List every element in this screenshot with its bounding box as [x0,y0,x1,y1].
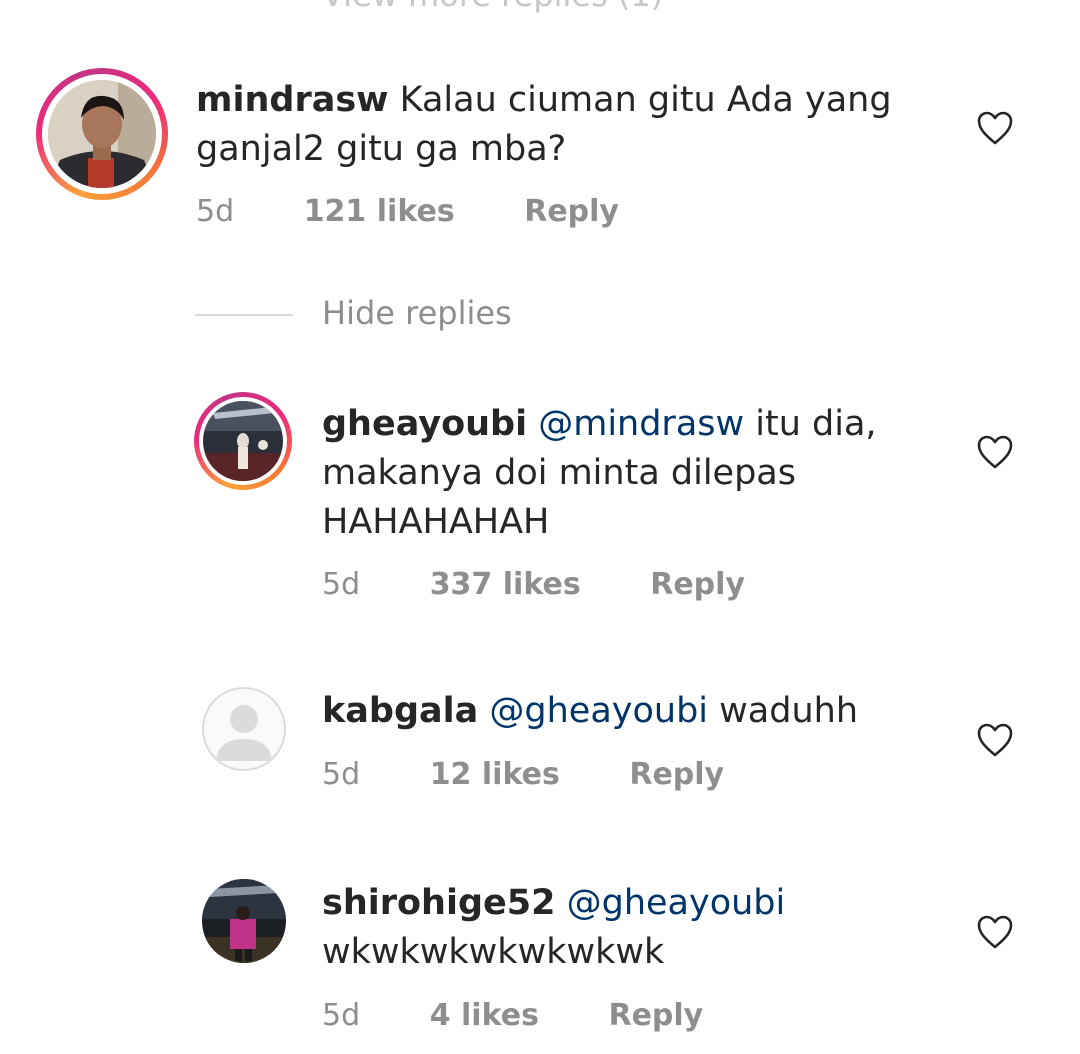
comment-likes[interactable]: 12 likes [430,757,560,792]
hide-replies-divider [195,314,293,316]
comment-age: 5d [322,998,361,1033]
comment-likes[interactable]: 337 likes [430,567,581,602]
reply-button[interactable]: Reply [650,567,745,602]
reply-button[interactable]: Reply [608,998,703,1033]
avatar[interactable] [203,401,283,481]
comment-mention[interactable]: @gheayoubi [567,883,786,923]
comment-mention[interactable]: @gheayoubi [489,691,708,731]
comment-meta: 5d 4 likes Reply [322,998,703,1033]
comment-meta: 5d 12 likes Reply [322,757,724,792]
comment-age: 5d [196,194,235,229]
comment-text: shirohige52 @gheayoubi wkwkwkwkwkwkwk [322,879,922,977]
comment-likes[interactable]: 4 likes [430,998,539,1033]
comment-text: mindrasw Kalau ciuman gitu Ada yang ganj… [196,76,936,174]
comment-username[interactable]: mindrasw [196,80,388,120]
comment-likes[interactable]: 121 likes [304,194,455,229]
comment-username[interactable]: gheayoubi [322,404,527,444]
comment-text: kabgala @gheayoubi waduhh [322,687,922,736]
comment-age: 5d [322,757,361,792]
comment-body: waduhh [719,691,859,731]
avatar[interactable] [202,879,286,963]
heart-outline-icon[interactable] [976,110,1014,146]
comment-username[interactable]: kabgala [322,691,478,731]
reply-button[interactable]: Reply [629,757,724,792]
heart-outline-icon[interactable] [976,914,1014,950]
reply-button[interactable]: Reply [524,194,619,229]
heart-outline-icon[interactable] [976,434,1014,470]
comment-text: gheayoubi @mindrasw itu dia, makanya doi… [322,400,922,547]
hide-replies-button[interactable]: Hide replies [195,294,595,338]
comment-username[interactable]: shirohige52 [322,883,555,923]
comment-age: 5d [322,567,361,602]
comment-meta: 5d 121 likes Reply [196,194,619,229]
view-more-replies-link[interactable]: View more replies (1) [322,0,663,14]
avatar[interactable] [48,80,156,188]
heart-outline-icon[interactable] [976,722,1014,758]
avatar[interactable] [202,687,286,771]
comment-body: wkwkwkwkwkwkwk [322,932,665,972]
hide-replies-label[interactable]: Hide replies [322,294,512,332]
comment-mention[interactable]: @mindrasw [538,404,744,444]
comment-meta: 5d 337 likes Reply [322,567,745,602]
default-avatar-icon [216,705,272,761]
